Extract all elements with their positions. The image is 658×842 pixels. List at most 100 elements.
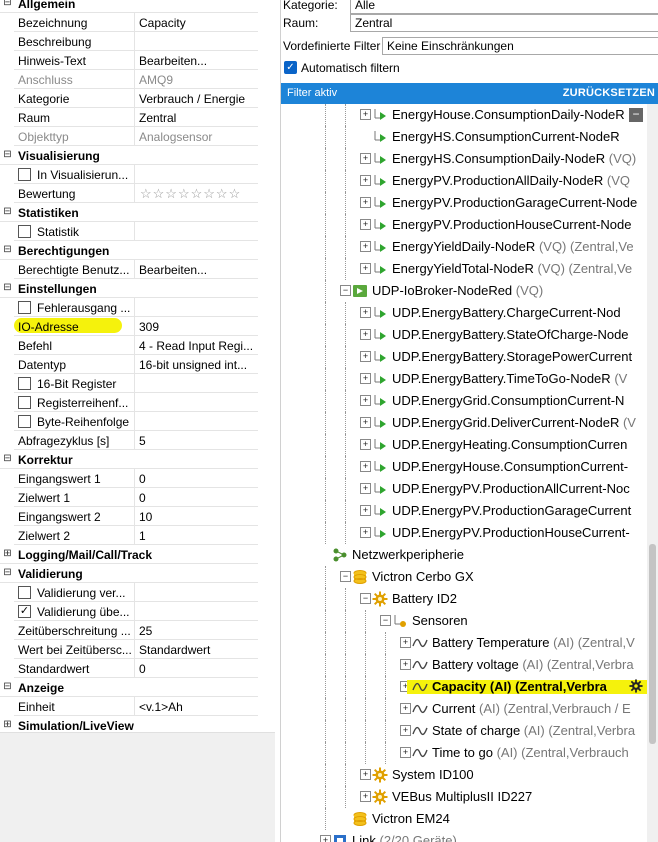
- property-value[interactable]: Capacity: [139, 16, 258, 30]
- collapse-minus-icon[interactable]: ⊟: [3, 454, 12, 464]
- tree-node[interactable]: − Battery ID2: [281, 588, 647, 610]
- expand-plus-icon[interactable]: +: [360, 395, 371, 406]
- collapse-minus-icon[interactable]: −: [380, 615, 391, 626]
- property-row[interactable]: Kategorie Verbrauch / Energie: [0, 89, 258, 108]
- property-value[interactable]: 10: [139, 510, 258, 524]
- collapse-minus-icon[interactable]: ⊟: [3, 0, 12, 8]
- tree-node[interactable]: − Victron Cerbo GX: [281, 566, 647, 588]
- property-value[interactable]: 16-bit unsigned int...: [139, 358, 258, 372]
- tree-node[interactable]: + EnergyHS.ConsumptionDaily-NodeR (VQ): [281, 148, 647, 170]
- expand-plus-icon[interactable]: +: [360, 175, 371, 186]
- expand-plus-icon[interactable]: +: [360, 483, 371, 494]
- property-row[interactable]: Byte-Reihenfolge: [0, 412, 258, 431]
- expand-plus-icon[interactable]: +: [360, 329, 371, 340]
- tree-node[interactable]: + State of charge (AI) (Zentral,Verbra: [281, 720, 647, 742]
- expand-plus-icon[interactable]: +: [320, 835, 331, 842]
- property-value[interactable]: 0: [139, 491, 258, 505]
- property-row[interactable]: Bewertung ☆☆☆☆☆☆☆☆: [0, 184, 258, 203]
- tree-node[interactable]: + EnergyPV.ProductionGarageCurrent-Node: [281, 192, 647, 214]
- checkbox[interactable]: [18, 301, 31, 314]
- property-row[interactable]: Befehl 4 - Read Input Regi...: [0, 336, 258, 355]
- expand-plus-icon[interactable]: +: [360, 527, 371, 538]
- expand-plus-icon[interactable]: +: [360, 241, 371, 252]
- checkbox[interactable]: [18, 586, 31, 599]
- tree-node[interactable]: + EnergyYieldTotal-NodeR (VQ) (Zentral,Ve: [281, 258, 647, 280]
- property-value[interactable]: 0: [139, 662, 258, 676]
- filter-kategorie-select[interactable]: Alle: [350, 0, 658, 14]
- expand-plus-icon[interactable]: +: [400, 637, 411, 648]
- tree-node[interactable]: + UDP.EnergyBattery.StateOfCharge-Node: [281, 324, 647, 346]
- property-value[interactable]: 25: [139, 624, 258, 638]
- expand-plus-icon[interactable]: +: [360, 153, 371, 164]
- expand-plus-icon[interactable]: +: [360, 307, 371, 318]
- collapse-minus-icon[interactable]: ⊟: [3, 150, 12, 160]
- property-row[interactable]: Eingangswert 1 0: [0, 469, 258, 488]
- tree-node[interactable]: + Link (2/20 Geräte): [281, 830, 647, 842]
- property-row[interactable]: IO-Adresse 309: [0, 317, 258, 336]
- collapse-minus-icon[interactable]: ⊟: [3, 245, 12, 255]
- tree-node[interactable]: + Battery voltage (AI) (Zentral,Verbra: [281, 654, 647, 676]
- property-row[interactable]: Eingangswert 2 10: [0, 507, 258, 526]
- property-value[interactable]: 5: [139, 434, 258, 448]
- settings-gear-icon[interactable]: [629, 679, 645, 695]
- property-row[interactable]: Zeitüberschreitung ... 25: [0, 621, 258, 640]
- property-row[interactable]: Anschluss AMQ9: [0, 70, 258, 89]
- property-row[interactable]: Beschreibung: [0, 32, 258, 51]
- property-row[interactable]: Objekttyp Analogsensor: [0, 127, 258, 146]
- expand-plus-icon[interactable]: +: [360, 109, 371, 120]
- expand-plus-icon[interactable]: +: [360, 791, 371, 802]
- property-value[interactable]: Bearbeiten...: [139, 263, 258, 277]
- tree-node[interactable]: + EnergyPV.ProductionAllDaily-NodeR (VQ: [281, 170, 647, 192]
- expand-plus-icon[interactable]: +: [360, 505, 371, 516]
- tree-node[interactable]: + UDP.EnergyBattery.TimeToGo-NodeR (V: [281, 368, 647, 390]
- expand-plus-icon[interactable]: +: [360, 351, 371, 362]
- property-row[interactable]: Validierung ver...: [0, 583, 258, 602]
- property-value[interactable]: 309: [139, 320, 258, 334]
- expand-plus-icon[interactable]: +: [360, 461, 371, 472]
- tree-node[interactable]: + UDP.EnergyGrid.DeliverCurrent-NodeR (V: [281, 412, 647, 434]
- expand-plus-icon[interactable]: +: [400, 747, 411, 758]
- tree-node[interactable]: + Time to go (AI) (Zentral,Verbrauch: [281, 742, 647, 764]
- property-value[interactable]: 0: [139, 472, 258, 486]
- property-row[interactable]: Abfragezyklus [s] 5: [0, 431, 258, 450]
- property-row[interactable]: Wert bei Zeitübersc... Standardwert: [0, 640, 258, 659]
- tree-node[interactable]: + VEBus MultiplusII ID227: [281, 786, 647, 808]
- expand-plus-icon[interactable]: +: [400, 725, 411, 736]
- checkbox[interactable]: [18, 168, 31, 181]
- collapse-minus-icon[interactable]: ⊟: [3, 568, 12, 578]
- collapse-minus-icon[interactable]: −: [629, 108, 643, 122]
- collapse-minus-icon[interactable]: ⊟: [3, 682, 12, 692]
- tree-node[interactable]: + UDP.EnergyHeating.ConsumptionCurren: [281, 434, 647, 456]
- filter-raum-select[interactable]: Zentral: [350, 14, 658, 32]
- property-value[interactable]: Verbrauch / Energie: [139, 92, 258, 106]
- tree-scrollbar[interactable]: [647, 104, 658, 842]
- property-row[interactable]: Raum Zentral: [0, 108, 258, 127]
- checkbox[interactable]: [18, 225, 31, 238]
- tree-node[interactable]: Victron EM24: [281, 808, 647, 830]
- collapse-minus-icon[interactable]: ⊟: [3, 283, 12, 293]
- filter-vordefiniert-select[interactable]: Keine Einschränkungen: [382, 37, 658, 55]
- tree-node[interactable]: + EnergyHouse.ConsumptionDaily-NodeR: [281, 104, 647, 126]
- expand-plus-icon[interactable]: +: [400, 703, 411, 714]
- property-value[interactable]: Zentral: [139, 111, 258, 125]
- checkbox[interactable]: [18, 415, 31, 428]
- expand-plus-icon[interactable]: +: [360, 219, 371, 230]
- property-row[interactable]: Hinweis-Text Bearbeiten...: [0, 51, 258, 70]
- checkbox[interactable]: [18, 377, 31, 390]
- collapse-minus-icon[interactable]: −: [360, 593, 371, 604]
- property-row[interactable]: Berechtigte Benutz... Bearbeiten...: [0, 260, 258, 279]
- collapse-minus-icon[interactable]: −: [340, 571, 351, 582]
- property-value[interactable]: 4 - Read Input Regi...: [139, 339, 258, 353]
- property-row[interactable]: Registerreihenf...: [0, 393, 258, 412]
- checkbox[interactable]: [18, 396, 31, 409]
- expand-plus-icon[interactable]: +: [360, 373, 371, 384]
- expand-plus-icon[interactable]: +: [360, 263, 371, 274]
- tree-node[interactable]: + UDP.EnergyHouse.ConsumptionCurrent-: [281, 456, 647, 478]
- property-row[interactable]: Einheit <v.1>Ah: [0, 697, 258, 716]
- auto-filter-checkbox[interactable]: ✓: [284, 61, 297, 74]
- expand-plus-icon[interactable]: +: [360, 197, 371, 208]
- property-row[interactable]: Fehlerausgang ...: [0, 298, 258, 317]
- tree-node[interactable]: + UDP.EnergyBattery.ChargeCurrent-Nod: [281, 302, 647, 324]
- property-row[interactable]: 16-Bit Register: [0, 374, 258, 393]
- tree-node[interactable]: + UDP.EnergyPV.ProductionGarageCurrent: [281, 500, 647, 522]
